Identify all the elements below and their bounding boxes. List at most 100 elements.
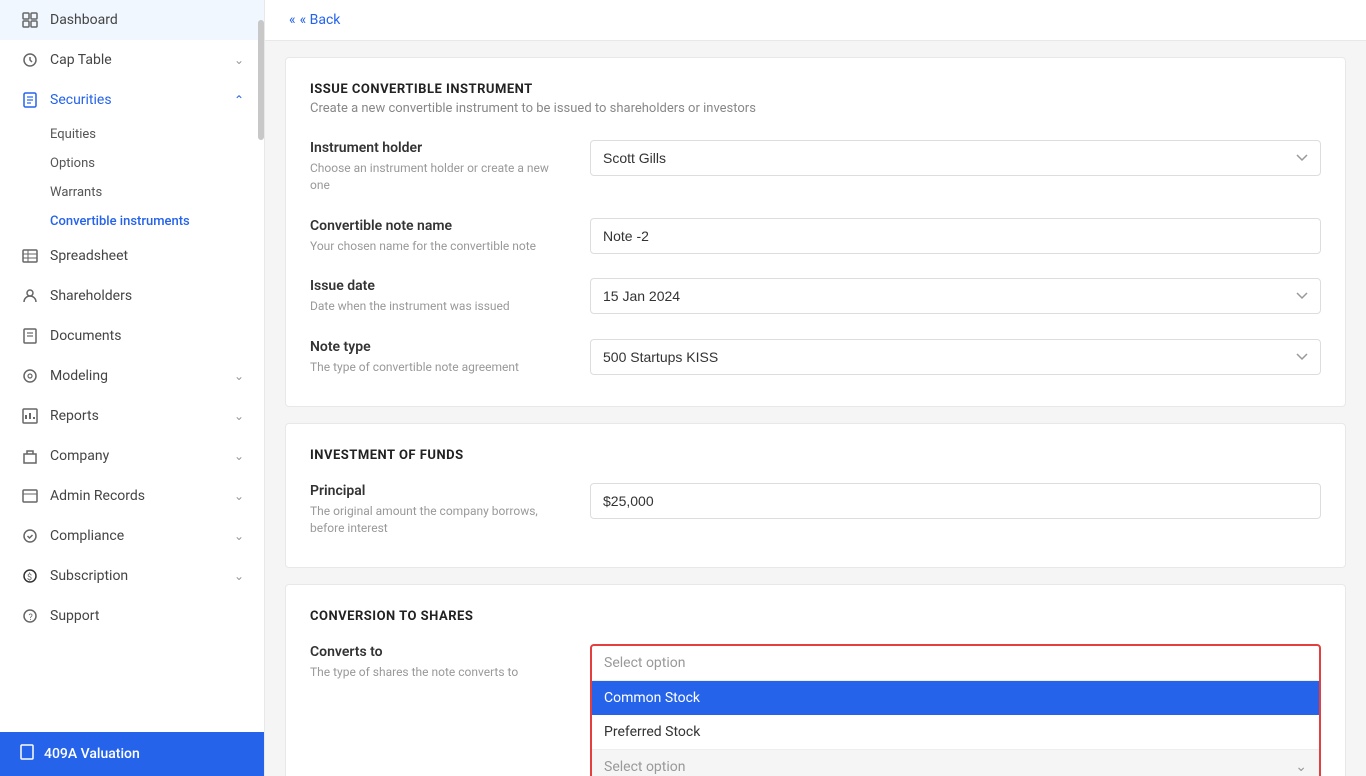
note-name-control bbox=[590, 218, 1321, 254]
converts-to-option-preferred[interactable]: Preferred Stock bbox=[592, 715, 1319, 749]
note-type-control: 500 Startups KISS bbox=[590, 339, 1321, 375]
converts-to-control: Select option Common Stock Preferred Sto… bbox=[590, 644, 1321, 776]
note-type-hint: The type of convertible note agreement bbox=[310, 359, 570, 376]
sidebar-item-compliance[interactable]: Compliance ⌄ bbox=[0, 516, 264, 556]
back-bar: « Back bbox=[265, 0, 1366, 41]
shareholders-icon bbox=[20, 286, 40, 306]
sidebar-item-documents[interactable]: Documents bbox=[0, 316, 264, 356]
converts-to-option-common[interactable]: Common Stock bbox=[592, 681, 1319, 715]
sidebar-item-shareholders[interactable]: Shareholders bbox=[0, 276, 264, 316]
chevron-down-icon-5: ⌄ bbox=[234, 489, 244, 503]
sidebar-item-company-label: Company bbox=[50, 448, 234, 464]
sidebar-item-admin-records-label: Admin Records bbox=[50, 488, 234, 504]
chevron-down-icon-dropdown: ⌄ bbox=[1295, 759, 1307, 775]
converts-to-second-select[interactable]: Select option ⌄ bbox=[592, 749, 1319, 776]
issue-convertible-section: ISSUE CONVERTIBLE INSTRUMENT Create a ne… bbox=[285, 57, 1346, 407]
sidebar-item-compliance-label: Compliance bbox=[50, 528, 234, 544]
409a-label: 409A Valuation bbox=[44, 746, 140, 762]
note-name-row: Convertible note name Your chosen name f… bbox=[310, 218, 1321, 255]
principal-input[interactable] bbox=[590, 483, 1321, 519]
sidebar-item-company[interactable]: Company ⌄ bbox=[0, 436, 264, 476]
sidebar-item-subscription[interactable]: $ Subscription ⌄ bbox=[0, 556, 264, 596]
instrument-holder-label: Instrument holder bbox=[310, 140, 570, 156]
sidebar: Dashboard Cap Table ⌄ Securities ⌃ Equit… bbox=[0, 0, 265, 776]
conversion-section: CONVERSION TO SHARES Converts to The typ… bbox=[285, 584, 1346, 776]
converts-to-row: Converts to The type of shares the note … bbox=[310, 644, 1321, 776]
converts-to-dropdown-container: Select option Common Stock Preferred Sto… bbox=[590, 644, 1321, 776]
409a-icon bbox=[20, 744, 34, 764]
sidebar-item-spreadsheet-label: Spreadsheet bbox=[50, 248, 244, 264]
instrument-holder-control: Scott Gills bbox=[590, 140, 1321, 176]
sidebar-item-support-label: Support bbox=[50, 608, 244, 624]
back-button[interactable]: « Back bbox=[289, 12, 340, 28]
converts-to-label: Converts to bbox=[310, 644, 570, 660]
issue-date-label: Issue date bbox=[310, 278, 570, 294]
chevron-down-icon-3: ⌄ bbox=[234, 409, 244, 423]
sidebar-item-409a[interactable]: 409A Valuation bbox=[0, 732, 264, 776]
note-type-label: Note type bbox=[310, 339, 570, 355]
note-type-row: Note type The type of convertible note a… bbox=[310, 339, 1321, 376]
sidebar-item-cap-table-label: Cap Table bbox=[50, 52, 234, 68]
reports-icon bbox=[20, 406, 40, 426]
issue-date-control: 15 Jan 2024 bbox=[590, 278, 1321, 314]
note-name-label-group: Convertible note name Your chosen name f… bbox=[310, 218, 590, 255]
sidebar-item-securities-label: Securities bbox=[50, 92, 234, 108]
chevron-down-icon: ⌄ bbox=[234, 53, 244, 67]
sidebar-bottom: 409A Valuation bbox=[0, 732, 264, 776]
note-name-label: Convertible note name bbox=[310, 218, 570, 234]
note-name-input[interactable] bbox=[590, 218, 1321, 254]
principal-hint: The original amount the company borrows,… bbox=[310, 503, 570, 537]
note-type-label-group: Note type The type of convertible note a… bbox=[310, 339, 590, 376]
issue-section-title: ISSUE CONVERTIBLE INSTRUMENT bbox=[310, 82, 1321, 97]
sidebar-item-subscription-label: Subscription bbox=[50, 568, 234, 584]
instrument-holder-select[interactable]: Scott Gills bbox=[590, 140, 1321, 176]
sidebar-item-reports[interactable]: Reports ⌄ bbox=[0, 396, 264, 436]
sidebar-item-spreadsheet[interactable]: Spreadsheet bbox=[0, 236, 264, 276]
issue-date-row: Issue date Date when the instrument was … bbox=[310, 278, 1321, 315]
dashboard-icon bbox=[20, 10, 40, 30]
sidebar-sub-item-options[interactable]: Options bbox=[0, 149, 264, 178]
converts-to-hint: The type of shares the note converts to bbox=[310, 664, 570, 681]
issue-date-hint: Date when the instrument was issued bbox=[310, 298, 570, 315]
svg-text:$: $ bbox=[27, 572, 32, 583]
sidebar-item-dashboard-label: Dashboard bbox=[50, 12, 244, 28]
sidebar-item-shareholders-label: Shareholders bbox=[50, 288, 244, 304]
cap-table-icon bbox=[20, 50, 40, 70]
principal-label: Principal bbox=[310, 483, 570, 499]
sidebar-item-dashboard[interactable]: Dashboard bbox=[0, 0, 264, 40]
investment-section: INVESTMENT OF FUNDS Principal The origin… bbox=[285, 423, 1346, 568]
compliance-icon bbox=[20, 526, 40, 546]
investment-section-title: INVESTMENT OF FUNDS bbox=[310, 448, 1321, 463]
issue-date-select[interactable]: 15 Jan 2024 bbox=[590, 278, 1321, 314]
chevron-down-icon-4: ⌄ bbox=[234, 449, 244, 463]
converts-to-placeholder-text: Select option bbox=[604, 655, 686, 671]
main-content: « Back ISSUE CONVERTIBLE INSTRUMENT Crea… bbox=[265, 0, 1366, 776]
documents-icon bbox=[20, 326, 40, 346]
company-icon bbox=[20, 446, 40, 466]
sidebar-item-securities[interactable]: Securities ⌃ bbox=[0, 80, 264, 120]
svg-text:?: ? bbox=[29, 613, 33, 623]
converts-to-placeholder: Select option bbox=[592, 646, 1319, 681]
sidebar-item-cap-table[interactable]: Cap Table ⌄ bbox=[0, 40, 264, 80]
sidebar-item-modeling-label: Modeling bbox=[50, 368, 234, 384]
chevron-down-icon-2: ⌄ bbox=[234, 369, 244, 383]
sidebar-sub-item-warrants[interactable]: Warrants bbox=[0, 178, 264, 207]
admin-icon bbox=[20, 486, 40, 506]
instrument-holder-label-group: Instrument holder Choose an instrument h… bbox=[310, 140, 590, 194]
principal-row: Principal The original amount the compan… bbox=[310, 483, 1321, 537]
principal-control bbox=[590, 483, 1321, 519]
scroll-handle[interactable] bbox=[258, 20, 264, 140]
sidebar-sub-item-convertible-instruments[interactable]: Convertible instruments bbox=[0, 207, 264, 236]
sidebar-sub-item-equities[interactable]: Equities bbox=[0, 120, 264, 149]
instrument-holder-hint: Choose an instrument holder or create a … bbox=[310, 160, 570, 194]
chevron-down-icon-6: ⌄ bbox=[234, 529, 244, 543]
securities-icon bbox=[20, 90, 40, 110]
converts-to-label-group: Converts to The type of shares the note … bbox=[310, 644, 590, 681]
note-name-hint: Your chosen name for the convertible not… bbox=[310, 238, 570, 255]
sidebar-item-admin-records[interactable]: Admin Records ⌄ bbox=[0, 476, 264, 516]
principal-label-group: Principal The original amount the compan… bbox=[310, 483, 590, 537]
note-type-select[interactable]: 500 Startups KISS bbox=[590, 339, 1321, 375]
sidebar-item-support[interactable]: ? Support bbox=[0, 596, 264, 636]
conversion-section-title: CONVERSION TO SHARES bbox=[310, 609, 1321, 624]
sidebar-item-modeling[interactable]: Modeling ⌄ bbox=[0, 356, 264, 396]
